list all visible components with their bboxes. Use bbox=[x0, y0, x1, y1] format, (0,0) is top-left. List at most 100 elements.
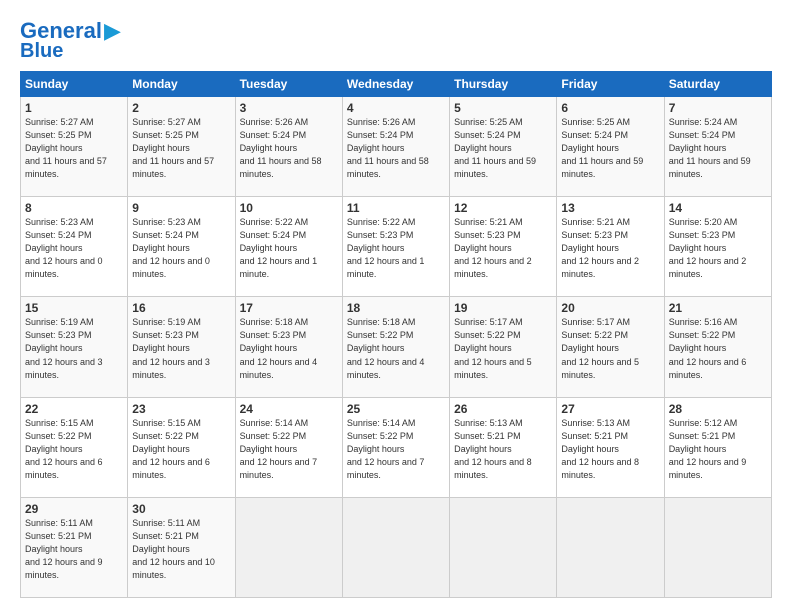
table-row bbox=[664, 497, 771, 597]
table-row bbox=[342, 497, 449, 597]
day-info: Sunrise: 5:18 AMSunset: 5:22 PMDaylight … bbox=[347, 317, 425, 379]
day-number: 30 bbox=[132, 502, 230, 516]
table-row: 16 Sunrise: 5:19 AMSunset: 5:23 PMDayligh… bbox=[128, 297, 235, 397]
day-number: 1 bbox=[25, 101, 123, 115]
day-number: 17 bbox=[240, 301, 338, 315]
calendar-week-row: 29Sunrise: 5:11 AMSunset: 5:21 PMDayligh… bbox=[21, 497, 772, 597]
day-info: Sunrise: 5:13 AMSunset: 5:21 PMDaylight … bbox=[454, 418, 532, 480]
day-number: 22 bbox=[25, 402, 123, 416]
day-number: 28 bbox=[669, 402, 767, 416]
col-monday: Monday bbox=[128, 72, 235, 97]
day-number: 15 bbox=[25, 301, 123, 315]
table-row: 28 Sunrise: 5:12 AMSunset: 5:21 PMDayligh… bbox=[664, 397, 771, 497]
day-info: Sunrise: 5:11 AMSunset: 5:21 PMDaylight … bbox=[25, 518, 103, 580]
day-info: Sunrise: 5:17 AMSunset: 5:22 PMDaylight … bbox=[561, 317, 639, 379]
table-row: 18 Sunrise: 5:18 AMSunset: 5:22 PMDayligh… bbox=[342, 297, 449, 397]
table-row: 10 Sunrise: 5:22 AMSunset: 5:24 PMDayligh… bbox=[235, 197, 342, 297]
table-row bbox=[557, 497, 664, 597]
day-info: Sunrise: 5:13 AMSunset: 5:21 PMDaylight … bbox=[561, 418, 639, 480]
day-number: 12 bbox=[454, 201, 552, 215]
day-number: 25 bbox=[347, 402, 445, 416]
day-info: Sunrise: 5:11 AMSunset: 5:21 PMDaylight … bbox=[132, 518, 215, 580]
day-info: Sunrise: 5:21 AMSunset: 5:23 PMDaylight … bbox=[454, 217, 532, 279]
day-number: 16 bbox=[132, 301, 230, 315]
day-info: Sunrise: 5:23 AMSunset: 5:24 PMDaylight … bbox=[25, 217, 103, 279]
day-number: 13 bbox=[561, 201, 659, 215]
day-number: 6 bbox=[561, 101, 659, 115]
table-row: 21 Sunrise: 5:16 AMSunset: 5:22 PMDayligh… bbox=[664, 297, 771, 397]
day-info: Sunrise: 5:21 AMSunset: 5:23 PMDaylight … bbox=[561, 217, 639, 279]
table-row bbox=[450, 497, 557, 597]
day-number: 20 bbox=[561, 301, 659, 315]
day-number: 27 bbox=[561, 402, 659, 416]
day-info: Sunrise: 5:26 AMSunset: 5:24 PMDaylight … bbox=[240, 117, 322, 179]
day-info: Sunrise: 5:25 AMSunset: 5:24 PMDaylight … bbox=[454, 117, 536, 179]
day-info: Sunrise: 5:19 AMSunset: 5:23 PMDaylight … bbox=[132, 317, 210, 379]
table-row: 29Sunrise: 5:11 AMSunset: 5:21 PMDayligh… bbox=[21, 497, 128, 597]
day-info: Sunrise: 5:24 AMSunset: 5:24 PMDaylight … bbox=[669, 117, 751, 179]
table-row: 5 Sunrise: 5:25 AMSunset: 5:24 PMDaylight… bbox=[450, 97, 557, 197]
day-info: Sunrise: 5:27 AMSunset: 5:25 PMDaylight … bbox=[132, 117, 214, 179]
col-friday: Friday bbox=[557, 72, 664, 97]
day-info: Sunrise: 5:27 AMSunset: 5:25 PMDaylight … bbox=[25, 117, 107, 179]
day-info: Sunrise: 5:15 AMSunset: 5:22 PMDaylight … bbox=[25, 418, 103, 480]
table-row: 24 Sunrise: 5:14 AMSunset: 5:22 PMDayligh… bbox=[235, 397, 342, 497]
col-tuesday: Tuesday bbox=[235, 72, 342, 97]
day-info: Sunrise: 5:25 AMSunset: 5:24 PMDaylight … bbox=[561, 117, 643, 179]
table-row: 27 Sunrise: 5:13 AMSunset: 5:21 PMDayligh… bbox=[557, 397, 664, 497]
calendar-week-row: 1 Sunrise: 5:27 AMSunset: 5:25 PMDaylight… bbox=[21, 97, 772, 197]
page: General ▶ Blue Sunday Monday Tuesday Wed… bbox=[0, 0, 792, 612]
table-row: 9Sunrise: 5:23 AMSunset: 5:24 PMDaylight… bbox=[128, 197, 235, 297]
logo-blue: Blue bbox=[20, 40, 63, 63]
day-number: 26 bbox=[454, 402, 552, 416]
day-info: Sunrise: 5:14 AMSunset: 5:22 PMDaylight … bbox=[240, 418, 318, 480]
day-number: 11 bbox=[347, 201, 445, 215]
day-info: Sunrise: 5:17 AMSunset: 5:22 PMDaylight … bbox=[454, 317, 532, 379]
day-info: Sunrise: 5:18 AMSunset: 5:23 PMDaylight … bbox=[240, 317, 318, 379]
table-row: 26 Sunrise: 5:13 AMSunset: 5:21 PMDayligh… bbox=[450, 397, 557, 497]
day-number: 2 bbox=[132, 101, 230, 115]
table-row: 15 Sunrise: 5:19 AMSunset: 5:23 PMDayligh… bbox=[21, 297, 128, 397]
table-row: 3 Sunrise: 5:26 AMSunset: 5:24 PMDaylight… bbox=[235, 97, 342, 197]
day-info: Sunrise: 5:22 AMSunset: 5:23 PMDaylight … bbox=[347, 217, 425, 279]
table-row: 30 Sunrise: 5:11 AMSunset: 5:21 PMDayligh… bbox=[128, 497, 235, 597]
table-row: 22 Sunrise: 5:15 AMSunset: 5:22 PMDayligh… bbox=[21, 397, 128, 497]
table-row: 8 Sunrise: 5:23 AMSunset: 5:24 PMDaylight… bbox=[21, 197, 128, 297]
col-sunday: Sunday bbox=[21, 72, 128, 97]
day-number: 21 bbox=[669, 301, 767, 315]
day-number: 8 bbox=[25, 201, 123, 215]
day-info: Sunrise: 5:19 AMSunset: 5:23 PMDaylight … bbox=[25, 317, 103, 379]
header: General ▶ Blue bbox=[20, 18, 772, 63]
day-info: Sunrise: 5:22 AMSunset: 5:24 PMDaylight … bbox=[240, 217, 318, 279]
day-number: 3 bbox=[240, 101, 338, 115]
table-row: 17 Sunrise: 5:18 AMSunset: 5:23 PMDayligh… bbox=[235, 297, 342, 397]
calendar-header-row: Sunday Monday Tuesday Wednesday Thursday… bbox=[21, 72, 772, 97]
calendar-week-row: 15 Sunrise: 5:19 AMSunset: 5:23 PMDayligh… bbox=[21, 297, 772, 397]
day-number: 7 bbox=[669, 101, 767, 115]
day-number: 9 bbox=[132, 201, 230, 215]
day-info: Sunrise: 5:15 AMSunset: 5:22 PMDaylight … bbox=[132, 418, 210, 480]
col-wednesday: Wednesday bbox=[342, 72, 449, 97]
calendar-table: Sunday Monday Tuesday Wednesday Thursday… bbox=[20, 71, 772, 598]
table-row: 12 Sunrise: 5:21 AMSunset: 5:23 PMDayligh… bbox=[450, 197, 557, 297]
col-thursday: Thursday bbox=[450, 72, 557, 97]
table-row: 13 Sunrise: 5:21 AMSunset: 5:23 PMDayligh… bbox=[557, 197, 664, 297]
table-row: 6 Sunrise: 5:25 AMSunset: 5:24 PMDaylight… bbox=[557, 97, 664, 197]
day-info: Sunrise: 5:26 AMSunset: 5:24 PMDaylight … bbox=[347, 117, 429, 179]
day-number: 10 bbox=[240, 201, 338, 215]
day-number: 23 bbox=[132, 402, 230, 416]
day-info: Sunrise: 5:20 AMSunset: 5:23 PMDaylight … bbox=[669, 217, 747, 279]
day-info: Sunrise: 5:16 AMSunset: 5:22 PMDaylight … bbox=[669, 317, 747, 379]
table-row bbox=[235, 497, 342, 597]
day-number: 4 bbox=[347, 101, 445, 115]
table-row: 1 Sunrise: 5:27 AMSunset: 5:25 PMDaylight… bbox=[21, 97, 128, 197]
day-number: 5 bbox=[454, 101, 552, 115]
col-saturday: Saturday bbox=[664, 72, 771, 97]
table-row: 2 Sunrise: 5:27 AMSunset: 5:25 PMDaylight… bbox=[128, 97, 235, 197]
day-number: 18 bbox=[347, 301, 445, 315]
table-row: 20 Sunrise: 5:17 AMSunset: 5:22 PMDayligh… bbox=[557, 297, 664, 397]
table-row: 19Sunrise: 5:17 AMSunset: 5:22 PMDayligh… bbox=[450, 297, 557, 397]
day-number: 24 bbox=[240, 402, 338, 416]
day-info: Sunrise: 5:14 AMSunset: 5:22 PMDaylight … bbox=[347, 418, 425, 480]
day-info: Sunrise: 5:12 AMSunset: 5:21 PMDaylight … bbox=[669, 418, 747, 480]
